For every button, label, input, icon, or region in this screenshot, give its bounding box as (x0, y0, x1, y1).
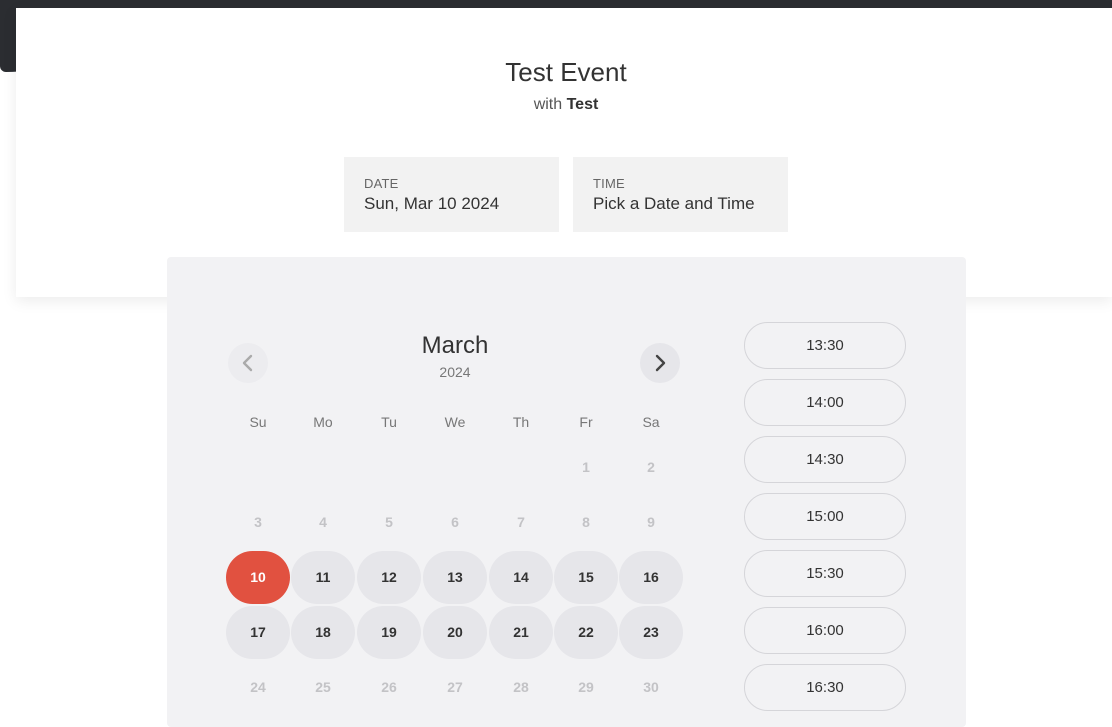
calendar-day: 7 (517, 514, 525, 530)
calendar-day: 1 (582, 459, 590, 475)
calendar-day[interactable]: 18 (291, 606, 355, 659)
event-host: with Test (16, 96, 1112, 114)
calendar-year: 2024 (439, 364, 471, 380)
calendar-day[interactable]: 14 (489, 551, 553, 604)
calendar-day: 26 (381, 679, 397, 695)
time-slot-button[interactable]: 13:30 (744, 322, 906, 369)
time-slot-button[interactable]: 14:30 (744, 436, 906, 483)
calendar-day[interactable]: 21 (489, 606, 553, 659)
calendar-day: 2 (647, 459, 655, 475)
event-title: Test Event (505, 57, 627, 87)
calendar-day: 25 (315, 679, 331, 695)
date-field[interactable]: DATE Sun, Mar 10 2024 (344, 157, 559, 232)
calendar-day-selected[interactable]: 10 (226, 551, 290, 604)
time-slot-button[interactable]: 16:00 (744, 607, 906, 654)
time-field-label: TIME (593, 176, 625, 191)
weekday-label: Su (249, 414, 267, 430)
calendar-day: 4 (319, 514, 327, 530)
time-slot-button[interactable]: 15:00 (744, 493, 906, 540)
calendar-day[interactable]: 16 (619, 551, 683, 604)
calendar-day[interactable]: 13 (423, 551, 487, 604)
weekday-label: Th (512, 414, 530, 430)
chevron-right-icon (655, 354, 666, 372)
time-field[interactable]: TIME Pick a Date and Time (573, 157, 788, 232)
date-field-label: DATE (364, 176, 399, 191)
calendar-day: 29 (578, 679, 594, 695)
calendar-day: 27 (447, 679, 463, 695)
weekday-label: Mo (313, 414, 333, 430)
calendar-day: 8 (582, 514, 590, 530)
event-host-name: Test (566, 96, 599, 113)
calendar-day: 30 (643, 679, 659, 695)
calendar-day: 9 (647, 514, 655, 530)
next-month-button[interactable] (640, 343, 680, 383)
calendar-day[interactable]: 15 (554, 551, 618, 604)
event-with-prefix: with (533, 96, 563, 113)
calendar-day: 24 (250, 679, 266, 695)
time-slot-button[interactable]: 15:30 (744, 550, 906, 597)
calendar-day: 28 (513, 679, 529, 695)
calendar-day: 6 (451, 514, 459, 530)
top-bar (0, 0, 1112, 8)
time-slot-button[interactable]: 14:00 (744, 379, 906, 426)
date-field-value: Sun, Mar 10 2024 (364, 194, 500, 213)
calendar-day[interactable]: 19 (357, 606, 421, 659)
calendar-day[interactable]: 12 (357, 551, 421, 604)
calendar-day: 5 (385, 514, 393, 530)
prev-month-button[interactable] (228, 343, 268, 383)
weekday-label: We (444, 414, 466, 430)
time-slot-button[interactable]: 16:30 (744, 664, 906, 711)
weekday-label: Fr (579, 414, 593, 430)
calendar-day: 3 (254, 514, 262, 530)
weekday-label: Tu (381, 414, 397, 430)
event-header-card: Test Event with Test DATE Sun, Mar 10 20… (16, 8, 1112, 297)
calendar-day[interactable]: 20 (423, 606, 487, 659)
calendar-day[interactable]: 22 (554, 606, 618, 659)
chevron-left-icon (242, 354, 253, 372)
booking-panel: March 2024 Su Mo Tu We Th Fr Sa 1 2 3 4 5 6 7 8 9 10 11 1… (167, 257, 966, 727)
calendar-month: March (421, 332, 489, 359)
calendar-day[interactable]: 17 (226, 606, 290, 659)
calendar-day[interactable]: 11 (291, 551, 355, 604)
calendar-day[interactable]: 23 (619, 606, 683, 659)
weekday-label: Sa (642, 414, 660, 430)
time-field-value: Pick a Date and Time (593, 194, 755, 213)
